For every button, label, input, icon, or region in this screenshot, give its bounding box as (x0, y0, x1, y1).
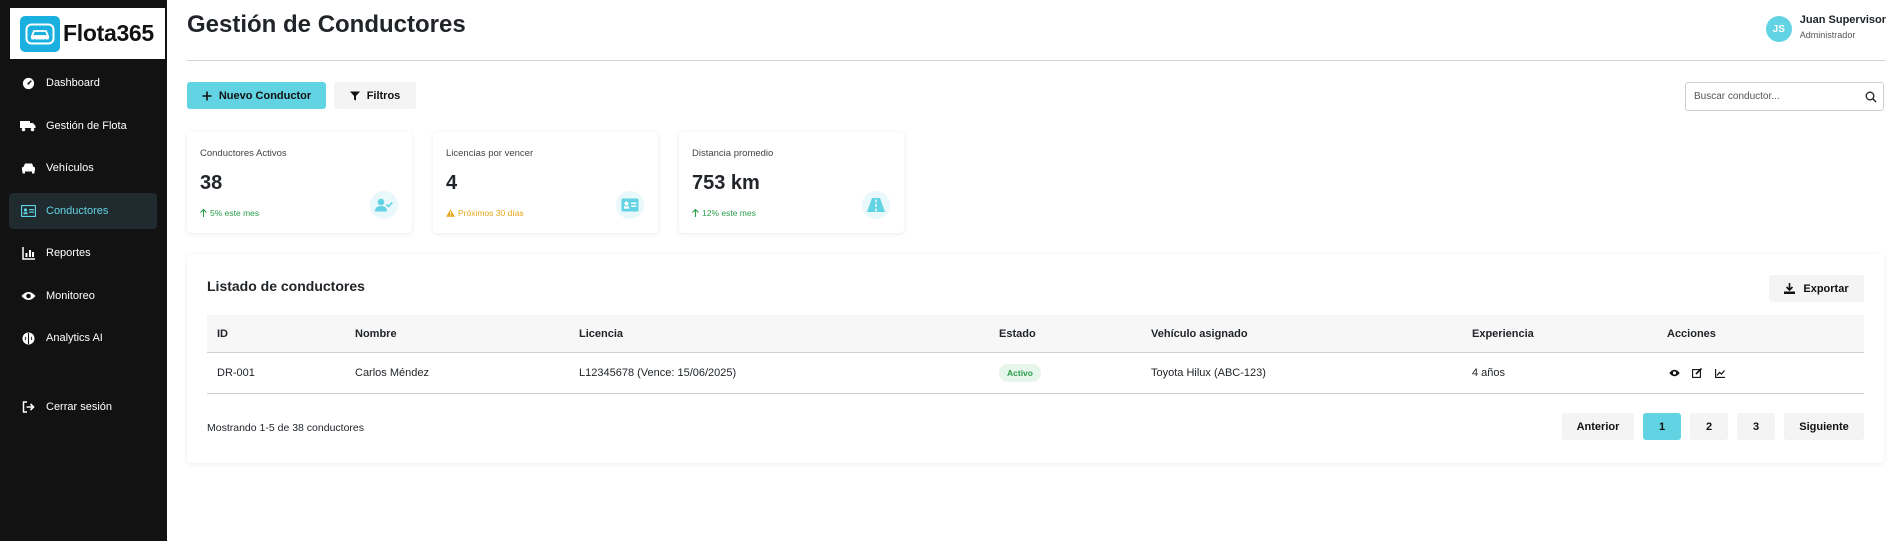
search-box (1685, 82, 1884, 111)
column-header[interactable]: ID (207, 328, 345, 340)
logout-button[interactable]: Cerrar sesión (9, 389, 157, 425)
column-header: Acciones (1667, 327, 1716, 340)
user-check-icon (370, 191, 398, 219)
sidebar-item-drivers[interactable]: Conductores (9, 192, 157, 229)
status-badge: Activo (999, 364, 1041, 382)
column-header[interactable]: Vehículo asignado (1141, 328, 1462, 340)
driver-vehicle: Toyota Hilux (ABC-123) (1151, 367, 1266, 379)
new-driver-button[interactable]: Nuevo Conductor (187, 82, 326, 109)
stat-trend: 5% este mes (200, 208, 259, 218)
pagination: Anterior 1 2 3 Siguiente (1562, 413, 1864, 440)
export-button[interactable]: Exportar (1769, 275, 1864, 302)
gauge-icon (20, 75, 36, 91)
sidebar-item-dashboard[interactable]: Dashboard (9, 65, 157, 101)
stat-value: 4 (446, 172, 458, 194)
sidebar-nav: Dashboard Gestión de Flota Vehículos Con… (9, 65, 157, 363)
column-header[interactable]: Licencia (569, 328, 989, 340)
drivers-panel: Listado de conductores Exportar ID Nombr… (187, 254, 1884, 463)
road-icon (862, 191, 890, 219)
brain-icon (20, 330, 36, 346)
sign-out-icon (20, 399, 36, 415)
page-title: Gestión de Conductores (187, 11, 466, 38)
drivers-table: ID Nombre Licencia Estado Vehículo asign… (207, 315, 1864, 394)
car-icon (20, 160, 36, 176)
eye-icon (20, 288, 36, 304)
sidebar-item-analytics[interactable]: Analytics AI (9, 320, 157, 356)
driver-name: Carlos Méndez (355, 367, 429, 379)
plus-icon (202, 91, 212, 101)
stat-card-expiring-licenses: Licencias por vencer 4 Próximos 30 días (433, 132, 658, 233)
sidebar-item-label: Monitoreo (46, 289, 95, 302)
stat-card-average-distance: Distancia promedio 753 km 12% este mes (679, 132, 904, 233)
stat-trend-text: 5% este mes (210, 208, 260, 218)
id-card-icon (20, 203, 36, 219)
stat-title: Distancia promedio (692, 148, 774, 159)
user-role: Administrador (1799, 30, 1856, 40)
stat-card-active-drivers: Conductores Activos 38 5% este mes (187, 132, 412, 233)
stat-value: 38 (200, 172, 223, 194)
new-driver-label: Nuevo Conductor (218, 89, 312, 102)
logout-label: Cerrar sesión (46, 401, 113, 413)
chart-icon (20, 245, 36, 261)
sidebar: Flota365 Dashboard Gestión de Flota Vehí… (0, 0, 167, 541)
column-header[interactable]: Estado (989, 328, 1141, 340)
user-name: Juan Supervisor (1799, 14, 1886, 26)
download-icon (1784, 283, 1796, 294)
sidebar-item-reports[interactable]: Reportes (9, 235, 157, 271)
avatar: JS (1765, 16, 1792, 42)
sidebar-item-monitoring[interactable]: Monitoreo (9, 278, 157, 314)
truck-icon (20, 118, 36, 134)
stat-trend-text: Próximos 30 días (458, 208, 524, 218)
main-content: Gestión de Conductores JS Juan Superviso… (167, 0, 1898, 541)
arrow-up-icon (200, 209, 207, 217)
brand-logo[interactable]: Flota365 (10, 8, 165, 59)
driver-license: L12345678 (Vence: 15/06/2025) (579, 367, 737, 379)
filter-label: Filtros (366, 89, 401, 102)
export-label: Exportar (1803, 282, 1849, 295)
stat-value: 753 km (692, 172, 760, 194)
stat-title: Conductores Activos (200, 148, 287, 159)
sidebar-item-label: Vehículos (46, 162, 94, 174)
stat-trend: Próximos 30 días (446, 208, 524, 218)
sidebar-item-label: Dashboard (46, 77, 100, 89)
brand-name: Flota365 (63, 20, 154, 46)
user-menu[interactable]: JS Juan Supervisor Administrador (1765, 14, 1886, 42)
sidebar-item-label: Gestión de Flota (46, 119, 127, 132)
header-divider (187, 60, 1886, 61)
pagination-summary: Mostrando 1-5 de 38 conductores (207, 422, 365, 434)
stats-chart-icon[interactable] (1713, 366, 1727, 380)
car-logo-icon (20, 15, 60, 52)
edit-icon[interactable] (1690, 366, 1704, 380)
driver-experience: 4 años (1472, 367, 1506, 379)
pagination-next-button[interactable]: Siguiente (1784, 413, 1864, 440)
column-header[interactable]: Experiencia (1462, 328, 1657, 340)
row-actions (1657, 366, 1864, 380)
pagination-page-3[interactable]: 3 (1737, 413, 1775, 440)
sidebar-item-fleet[interactable]: Gestión de Flota (9, 108, 157, 144)
table-row: DR-001 Carlos Méndez L12345678 (Vence: 1… (207, 353, 1864, 394)
stat-title: Licencias por vencer (446, 148, 534, 159)
sidebar-item-label: Conductores (46, 204, 109, 217)
stat-trend: 12% este mes (692, 208, 756, 218)
id-card-icon (616, 191, 644, 219)
pagination-page-1[interactable]: 1 (1643, 413, 1681, 440)
arrow-up-icon (692, 209, 699, 217)
warning-icon (446, 209, 455, 217)
search-icon[interactable] (1865, 90, 1877, 108)
driver-id: DR-001 (217, 367, 255, 379)
sidebar-item-label: Analytics AI (46, 332, 103, 344)
view-icon[interactable] (1667, 366, 1681, 380)
filter-icon (349, 91, 360, 101)
search-input[interactable] (1686, 83, 1856, 110)
pagination-prev-button[interactable]: Anterior (1562, 413, 1634, 440)
panel-title: Listado de conductores (207, 278, 365, 294)
sidebar-item-vehicles[interactable]: Vehículos (9, 150, 157, 186)
column-header[interactable]: Nombre (345, 328, 569, 340)
pagination-page-2[interactable]: 2 (1690, 413, 1728, 440)
table-header: ID Nombre Licencia Estado Vehículo asign… (207, 315, 1864, 353)
filter-button[interactable]: Filtros (334, 82, 416, 109)
status-cell: Activo (989, 364, 1141, 382)
sidebar-item-label: Reportes (46, 247, 91, 259)
stat-trend-text: 12% este mes (702, 208, 756, 218)
